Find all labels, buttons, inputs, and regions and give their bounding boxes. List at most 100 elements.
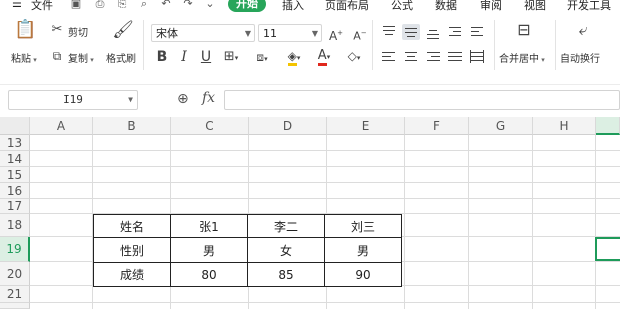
tab-data[interactable]: 数据 <box>435 0 457 13</box>
font-size-select[interactable]: 11 ▼ <box>258 24 322 42</box>
decrease-font-icon[interactable]: A− <box>351 25 369 45</box>
table-cell[interactable]: 李二 <box>247 214 325 238</box>
table-row: 姓名 张1 李二 刘三 <box>93 214 402 238</box>
column-header-e[interactable]: E <box>327 117 405 135</box>
merge-center-label: 合并居中 <box>499 54 539 65</box>
wrap-text-icon[interactable]: ⤶ <box>572 22 594 38</box>
align-bottom-icon[interactable] <box>424 24 442 40</box>
chevron-down-icon: ▼ <box>128 95 133 104</box>
paste-icon[interactable]: 📋 <box>14 21 36 44</box>
row-header-18[interactable]: 18 <box>0 214 30 237</box>
row-header-15[interactable]: 15 <box>0 167 30 183</box>
tab-formulas[interactable]: 公式 <box>391 0 413 13</box>
indent-decrease-icon[interactable] <box>446 24 464 40</box>
paste-label: 粘贴 <box>11 54 31 65</box>
tab-view[interactable]: 视图 <box>524 0 546 13</box>
menu-bar: ☰ 文件 ▣ ⎙ ⎘ ⌕ ↶ ↷ ⌄ 开始 插入 页面布局 公式 数据 审阅 视… <box>0 0 620 14</box>
eraser-icon[interactable]: ◇▾ <box>342 48 366 66</box>
table-cell[interactable]: 张1 <box>170 214 248 238</box>
print-icon[interactable]: ⎘ <box>116 0 128 10</box>
name-box[interactable]: I19 ▼ <box>8 90 138 110</box>
formula-bar: I19 ▼ ⊕ fx <box>0 84 620 115</box>
italic-icon[interactable]: I <box>176 49 192 65</box>
indent-increase-icon[interactable] <box>468 24 486 40</box>
table-cell[interactable]: 80 <box>170 262 248 287</box>
justify-icon[interactable] <box>446 49 464 65</box>
table-cell[interactable]: 姓名 <box>93 214 171 238</box>
tab-review[interactable]: 审阅 <box>480 0 502 13</box>
hamburger-icon[interactable]: ☰ <box>12 0 22 10</box>
scissors-icon[interactable]: ✂ <box>49 22 65 38</box>
tab-home[interactable]: 开始 <box>228 0 266 12</box>
gridline <box>468 135 469 309</box>
redo-icon[interactable]: ↷ <box>182 0 194 10</box>
menu-file[interactable]: 文件 <box>31 0 53 13</box>
save-icon[interactable]: ▣ <box>70 0 82 10</box>
table-row: 成绩 80 85 90 <box>93 262 402 287</box>
undo-icon[interactable]: ↶ <box>160 0 172 10</box>
underline-icon[interactable]: U <box>198 49 214 65</box>
divider <box>555 20 556 70</box>
format-painter-icon[interactable]: 🖌 <box>112 22 134 44</box>
column-header-i[interactable] <box>596 117 620 135</box>
tab-insert[interactable]: 插入 <box>282 0 304 13</box>
increase-font-icon[interactable]: A+ <box>327 25 345 44</box>
ribbon-toolbar: 📋 粘贴 ▾ ✂ 剪切 ⧉ 复制 ▾ 🖌 格式刷 宋体 ▼ 11 ▼ A+ A−… <box>0 14 620 76</box>
paste-button[interactable]: 粘贴 ▾ <box>11 50 37 65</box>
copy-button[interactable]: 复制 ▾ <box>68 50 94 65</box>
font-color-icon[interactable]: A▾ <box>312 48 336 66</box>
column-header-c[interactable]: C <box>171 117 249 135</box>
table-row: 性别 男 女 男 <box>93 237 402 263</box>
table-cell[interactable]: 女 <box>247 237 325 263</box>
row-header-20[interactable]: 20 <box>0 262 30 286</box>
column-header-f[interactable]: F <box>405 117 469 135</box>
table-cell[interactable]: 性别 <box>93 237 171 263</box>
distributed-align-icon[interactable] <box>468 49 486 65</box>
align-left-icon[interactable] <box>380 49 398 65</box>
column-header-h[interactable]: H <box>533 117 596 135</box>
column-header-g[interactable]: G <box>469 117 533 135</box>
merge-center-icon[interactable]: ⊟ <box>513 22 535 38</box>
zoom-search-icon[interactable]: ⊕ <box>177 91 189 107</box>
border-icon[interactable]: ⊞▾ <box>220 49 242 66</box>
row-header-16[interactable]: 16 <box>0 183 30 199</box>
table-cell[interactable]: 成绩 <box>93 262 171 287</box>
tab-page-layout[interactable]: 页面布局 <box>325 0 369 13</box>
table-cell[interactable]: 85 <box>247 262 325 287</box>
more-chevron-icon[interactable]: ⌄ <box>204 0 216 10</box>
row-header-17[interactable]: 17 <box>0 199 30 214</box>
row-header-14[interactable]: 14 <box>0 151 30 167</box>
font-name-select[interactable]: 宋体 ▼ <box>151 24 255 42</box>
align-top-icon[interactable] <box>380 24 398 40</box>
merge-cells-icon[interactable]: ⧈▾ <box>250 49 274 67</box>
fill-color-icon[interactable]: ◈▾ <box>282 48 306 66</box>
row-header-21[interactable]: 21 <box>0 286 30 303</box>
column-header-d[interactable]: D <box>249 117 327 135</box>
table-cell[interactable]: 90 <box>324 262 402 287</box>
table-cell[interactable]: 刘三 <box>324 214 402 238</box>
column-header-b[interactable]: B <box>93 117 171 135</box>
formula-input[interactable] <box>224 90 620 110</box>
row-header-19[interactable]: 19 <box>0 237 30 262</box>
align-center-icon[interactable] <box>402 49 420 65</box>
table-cell[interactable]: 男 <box>170 237 248 263</box>
select-all-corner[interactable] <box>0 117 30 135</box>
row-header-22[interactable] <box>0 303 30 309</box>
bold-icon[interactable]: B <box>154 49 170 65</box>
align-right-icon[interactable] <box>424 49 442 65</box>
export-pdf-icon[interactable]: ⎙ <box>94 0 106 10</box>
format-painter-button[interactable]: 格式刷 <box>106 50 136 65</box>
table-cell[interactable]: 男 <box>324 237 402 263</box>
wrap-text-button[interactable]: 自动换行 <box>560 50 600 65</box>
selected-cell-i19[interactable] <box>595 237 620 261</box>
row-header-13[interactable]: 13 <box>0 135 30 151</box>
cut-button[interactable]: 剪切 <box>68 24 88 39</box>
fx-icon[interactable]: fx <box>202 90 215 106</box>
tab-developer[interactable]: 开发工具 <box>567 0 611 13</box>
divider <box>494 20 495 70</box>
align-middle-icon[interactable] <box>402 24 420 40</box>
print-preview-icon[interactable]: ⌕ <box>138 0 150 10</box>
copy-icon[interactable]: ⧉ <box>49 48 65 64</box>
merge-center-button[interactable]: 合并居中 ▾ <box>499 50 545 65</box>
column-header-a[interactable]: A <box>30 117 93 135</box>
